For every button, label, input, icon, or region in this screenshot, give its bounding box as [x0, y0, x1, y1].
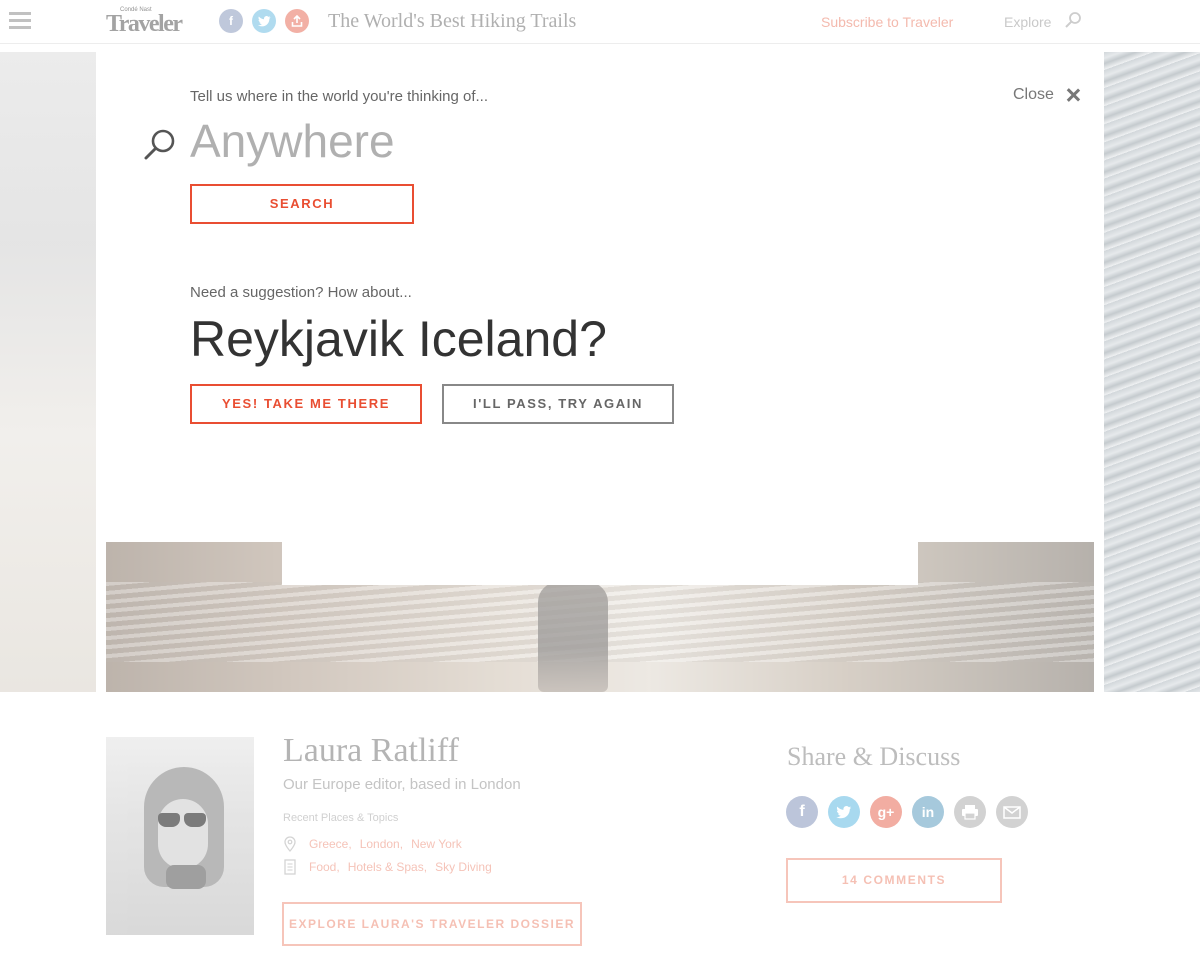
location-pin-icon — [284, 836, 296, 852]
topic-tag-hotels-spas[interactable]: Hotels & Spas, — [348, 860, 427, 874]
subscribe-link[interactable]: Subscribe to Traveler — [821, 14, 953, 30]
explore-link[interactable]: Explore — [1004, 14, 1051, 30]
place-tag-new-york[interactable]: New York — [411, 837, 462, 851]
place-tag-greece[interactable]: Greece, — [309, 837, 352, 851]
search-icon — [144, 129, 175, 160]
background-photo-right — [1104, 52, 1200, 692]
destination-search-overlay: Tell us where in the world you're thinki… — [96, 52, 1104, 542]
topic-tag-sky-diving[interactable]: Sky Diving — [435, 860, 492, 874]
top-nav: Condé Nast Traveler f The World's Best H… — [0, 0, 1200, 44]
recent-places-row: Greece, London, New York — [283, 836, 470, 852]
search-button[interactable]: SEARCH — [190, 184, 414, 224]
linkedin-icon[interactable]: in — [912, 796, 944, 828]
recent-places-label: Recent Places & Topics — [283, 812, 399, 824]
recent-topics-row: Food, Hotels & Spas, Sky Diving — [283, 859, 500, 875]
author-name[interactable]: Laura Ratliff — [283, 732, 459, 770]
twitter-icon[interactable] — [828, 796, 860, 828]
accept-suggestion-button[interactable]: YES! TAKE ME THERE — [190, 384, 422, 424]
share-icon[interactable] — [285, 9, 309, 33]
comments-button[interactable]: 14 COMMENTS — [786, 858, 1002, 903]
author-bio: Our Europe editor, based in London — [283, 776, 521, 793]
destination-search-input[interactable] — [190, 110, 1010, 172]
page-title: The World's Best Hiking Trails — [328, 10, 577, 32]
hiker-figure — [538, 582, 608, 692]
background-photo-left — [0, 52, 96, 692]
close-icon — [1066, 88, 1080, 102]
close-button[interactable]: Close — [1013, 86, 1080, 104]
traveler-logo[interactable]: Condé Nast Traveler — [106, 6, 184, 37]
search-icon[interactable] — [1064, 11, 1082, 29]
facebook-icon[interactable]: f — [786, 796, 818, 828]
facebook-share-icon[interactable]: f — [219, 9, 243, 33]
suggestion-prompt: Need a suggestion? How about... — [190, 284, 412, 301]
hero-image — [106, 542, 1094, 692]
share-discuss-title: Share & Discuss — [787, 742, 961, 771]
email-icon[interactable] — [996, 796, 1028, 828]
close-label: Close — [1013, 86, 1054, 103]
author-photo — [106, 737, 254, 935]
suggested-destination: Reykjavik Iceland? — [190, 311, 607, 367]
hero-caption-box — [282, 542, 918, 585]
explore-dossier-button[interactable]: EXPLORE LAURA'S TRAVELER DOSSIER — [282, 902, 582, 946]
topic-tag-food[interactable]: Food, — [309, 860, 340, 874]
print-icon[interactable] — [954, 796, 986, 828]
google-plus-icon[interactable]: g+ — [870, 796, 902, 828]
twitter-share-icon[interactable] — [252, 9, 276, 33]
menu-icon[interactable] — [9, 12, 31, 30]
search-prompt: Tell us where in the world you're thinki… — [190, 88, 489, 105]
place-tag-london[interactable]: London, — [360, 837, 403, 851]
document-icon — [284, 859, 296, 875]
pass-suggestion-button[interactable]: I'LL PASS, TRY AGAIN — [442, 384, 674, 424]
